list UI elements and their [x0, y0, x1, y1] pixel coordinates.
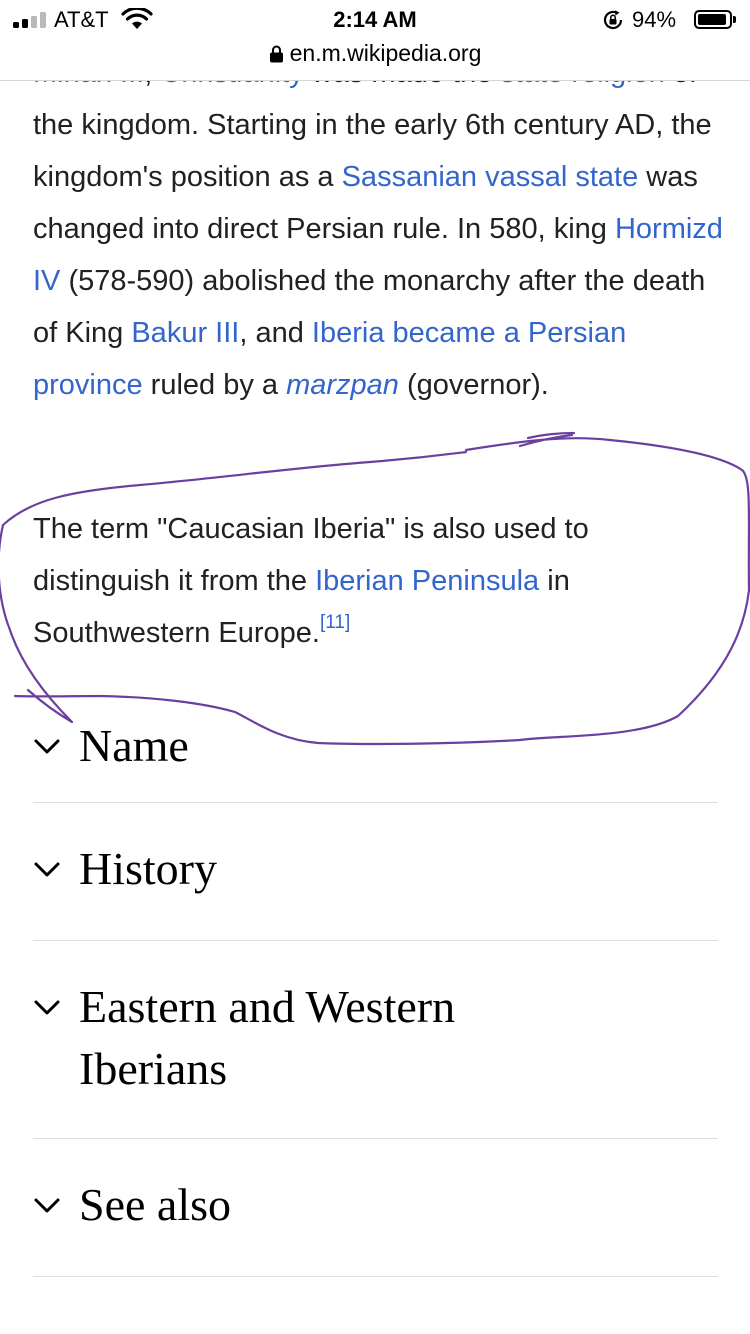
- section-eastern-western-iberians[interactable]: Eastern and Western Iberians: [33, 941, 718, 1139]
- link-iberian-peninsula[interactable]: Iberian Peninsula: [315, 565, 539, 597]
- section-heading: History: [79, 843, 217, 894]
- reference-link[interactable]: [11]: [320, 612, 350, 633]
- battery-percent: 94%: [632, 7, 677, 32]
- section-history[interactable]: History: [33, 803, 718, 941]
- text-run: (governor).: [398, 369, 549, 401]
- link-sassanian-vassal-state[interactable]: Sassanian vassal state: [342, 161, 639, 193]
- battery-cap: [733, 16, 736, 23]
- link-marzpan[interactable]: marzpan: [286, 369, 399, 401]
- article-paragraph: The term "Caucasian Iberia" is also used…: [33, 503, 723, 659]
- link-state-religion[interactable]: state religion: [500, 81, 664, 89]
- chevron-down-icon: [34, 739, 60, 754]
- battery-icon: [694, 10, 732, 29]
- chevron-down-icon: [34, 862, 60, 877]
- text-run: was made the: [304, 81, 501, 89]
- section-heading: See also: [79, 1179, 232, 1230]
- link-mirian-iii[interactable]: Mirian III: [33, 81, 144, 89]
- article-paragraph: Mirian III, Christianity was made the st…: [33, 81, 723, 411]
- section-heading: Name: [79, 720, 189, 771]
- text-run: , and: [239, 317, 312, 349]
- chevron-down-icon: [34, 1198, 60, 1213]
- padlock-icon: [269, 45, 283, 63]
- address-bar[interactable]: en.m.wikipedia.org: [0, 40, 750, 80]
- section-see-also[interactable]: See also: [33, 1139, 718, 1277]
- link-bakur-iii[interactable]: Bakur III: [131, 317, 239, 349]
- status-bar: AT&T 2:14 AM 94%: [0, 0, 750, 40]
- section-heading: Eastern and Western Iberians: [79, 981, 456, 1094]
- url-domain: en.m.wikipedia.org: [289, 40, 482, 66]
- section-name[interactable]: Name: [33, 695, 718, 803]
- link-christianity[interactable]: Christianity: [160, 81, 303, 89]
- text-run: ,: [144, 81, 160, 89]
- chevron-down-icon: [34, 1000, 60, 1015]
- collapsible-sections: Name History Eastern and Western Iberian…: [33, 695, 718, 1277]
- article-content: Mirian III, Christianity was made the st…: [0, 81, 750, 1334]
- orientation-lock-icon: [603, 10, 623, 30]
- text-run: ruled by a: [142, 369, 287, 401]
